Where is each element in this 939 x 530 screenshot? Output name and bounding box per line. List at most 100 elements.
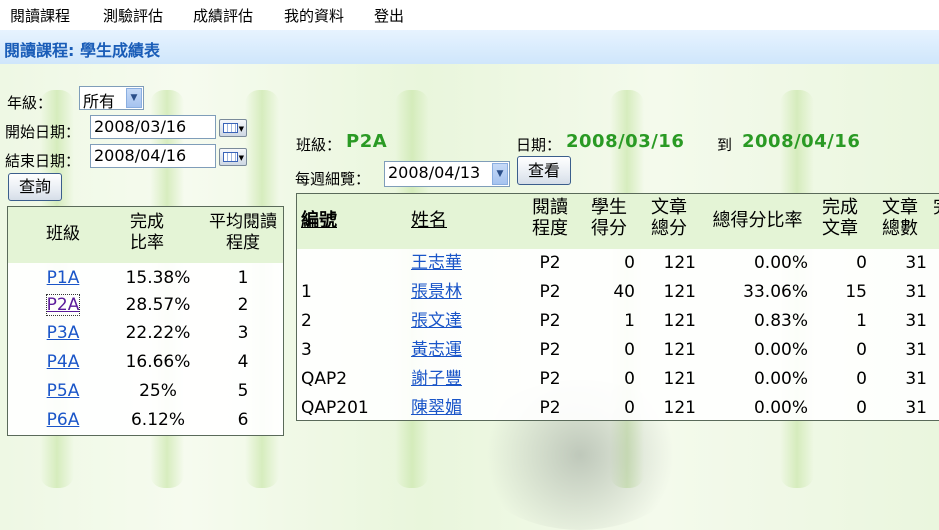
article-count: 31 (905, 311, 927, 331)
date-to-value: 2008/04/16 (742, 131, 861, 152)
total-score-ratio: 33.06% (743, 282, 808, 302)
student-name-link[interactable]: 張景林 (411, 278, 481, 307)
weekly-select-value: 2008/04/13 (388, 163, 481, 182)
title-bar: 閱讀課程: 學生成績表 (0, 30, 939, 64)
date-from-value: 2008/03/16 (566, 131, 685, 152)
article-total-score: 121 (663, 398, 696, 418)
completion-rate: 6.12% (130, 410, 185, 430)
student-id: 3 (301, 340, 312, 360)
query-button[interactable]: 查詢 (8, 173, 62, 201)
reading-level: P2 (539, 311, 561, 331)
student-id: 2 (301, 311, 312, 331)
completed-articles: 0 (856, 340, 867, 360)
article-total-score: 121 (663, 340, 696, 360)
start-date-value: 2008/03/16 (94, 117, 187, 136)
student-id: 1 (301, 282, 312, 302)
reading-level: P2 (539, 369, 561, 389)
header-article-count: 文章總數 (882, 197, 918, 239)
page-title: 閱讀課程: 學生成績表 (4, 41, 160, 60)
menu-logout[interactable]: 登出 (374, 5, 404, 26)
table-row: P3A 22.22% 3 (8, 319, 283, 348)
article-total-score: 121 (663, 311, 696, 331)
date-to-label: 到 (717, 136, 733, 154)
class-link-p3a[interactable]: P3A (47, 323, 80, 343)
chevron-down-icon: ▼ (238, 154, 244, 162)
header-article-total-score: 文章總分 (651, 197, 687, 239)
calendar-icon (223, 123, 238, 133)
student-id: QAP201 (301, 398, 369, 418)
menu-bar: 閱讀課程 測驗評估 成績評估 我的資料 登出 (0, 0, 939, 31)
class-summary-table: 班級 完成比率 平均閱讀程度 P1A 15.38% 1 P2A 28.57% 2… (7, 206, 284, 436)
article-count: 31 (905, 369, 927, 389)
total-score-ratio: 0.00% (753, 398, 808, 418)
student-name-link[interactable]: 謝子豐 (411, 365, 481, 394)
student-id: QAP2 (301, 369, 348, 389)
student-name-link[interactable]: 王志華 (411, 249, 481, 278)
completion-rate: 16.66% (125, 352, 191, 372)
header-reading-level: 閱讀程度 (532, 197, 568, 239)
header-completed-articles: 完成文章 (822, 197, 858, 239)
completion-rate: 22.22% (125, 323, 191, 343)
student-score-table: 編號 姓名 閱讀程度 學生得分 文章總分 總得分比率 完成文章 文章總數 完 王… (296, 193, 939, 421)
class-link-p1a[interactable]: P1A (47, 268, 80, 288)
table-row: QAP201 陳翠媚 P2 0 121 0.00% 0 31 (297, 394, 939, 420)
menu-test-assessment[interactable]: 測驗評估 (103, 5, 163, 26)
class-link-p4a[interactable]: P4A (47, 352, 80, 372)
student-name-link[interactable]: 張文達 (411, 307, 481, 336)
completed-articles: 1 (856, 311, 867, 331)
reading-level: P2 (539, 398, 561, 418)
header-id-sort-link[interactable]: 編號 (301, 210, 337, 231)
menu-reading-course[interactable]: 閱讀課程 (10, 5, 70, 26)
total-score-ratio: 0.00% (753, 253, 808, 273)
grade-select-value: 所有 (83, 92, 116, 111)
chevron-down-icon[interactable]: ▼ (492, 163, 508, 185)
class-link-p2a[interactable]: P2A (45, 294, 81, 316)
total-score-ratio: 0.83% (753, 311, 808, 331)
weekly-select[interactable]: 2008/04/13 ▼ (384, 161, 510, 187)
table-row: P6A 6.12% 6 (8, 406, 283, 435)
completion-rate: 15.38% (125, 268, 191, 288)
completion-rate: 25% (139, 381, 177, 401)
header-name-sort-link[interactable]: 姓名 (411, 210, 447, 231)
chevron-down-icon[interactable]: ▼ (126, 88, 142, 108)
completed-articles: 15 (845, 282, 867, 302)
class-link-p6a[interactable]: P6A (47, 410, 80, 430)
header-average-level: 平均閱讀程度 (209, 212, 277, 253)
article-total-score: 121 (663, 369, 696, 389)
end-date-input[interactable]: 2008/04/16 (90, 144, 216, 168)
grade-label: 年級： (7, 94, 53, 112)
start-date-input[interactable]: 2008/03/16 (90, 115, 216, 139)
student-score: 0 (624, 253, 635, 273)
reading-level: P2 (539, 340, 561, 360)
student-name-link[interactable]: 黃志運 (411, 336, 481, 365)
table-row: P2A 28.57% 2 (8, 291, 283, 320)
menu-score-assessment[interactable]: 成績評估 (193, 5, 253, 26)
completed-articles: 0 (856, 398, 867, 418)
class-link-p5a[interactable]: P5A (47, 381, 80, 401)
article-total-score: 121 (663, 282, 696, 302)
start-date-calendar-button[interactable]: ▼ (219, 119, 247, 137)
student-score: 40 (613, 282, 635, 302)
student-score: 0 (624, 340, 635, 360)
reading-level: P2 (539, 253, 561, 273)
student-score: 0 (624, 398, 635, 418)
article-count: 31 (905, 282, 927, 302)
header-student-score: 學生得分 (591, 197, 627, 239)
menu-my-profile[interactable]: 我的資料 (284, 5, 344, 26)
view-button[interactable]: 查看 (517, 156, 571, 185)
table-row: P1A 15.38% 1 (8, 264, 283, 293)
weekly-label: 每週細覽： (295, 170, 371, 188)
chevron-down-icon: ▼ (238, 125, 244, 133)
end-date-calendar-button[interactable]: ▼ (219, 148, 247, 166)
average-level: 5 (237, 381, 249, 401)
class-value: P2A (346, 131, 388, 152)
date-label: 日期： (516, 136, 562, 154)
total-score-ratio: 0.00% (753, 340, 808, 360)
header-class: 班級 (46, 224, 80, 244)
student-name-link[interactable]: 陳翠媚 (411, 394, 481, 420)
grade-select[interactable]: 所有 ▼ (79, 86, 144, 111)
table-row: 1 張景林 P2 40 121 33.06% 15 31 (297, 278, 939, 307)
header-total-score-ratio: 總得分比率 (712, 210, 803, 231)
table-row: 王志華 P2 0 121 0.00% 0 31 (297, 249, 939, 278)
total-score-ratio: 0.00% (753, 369, 808, 389)
